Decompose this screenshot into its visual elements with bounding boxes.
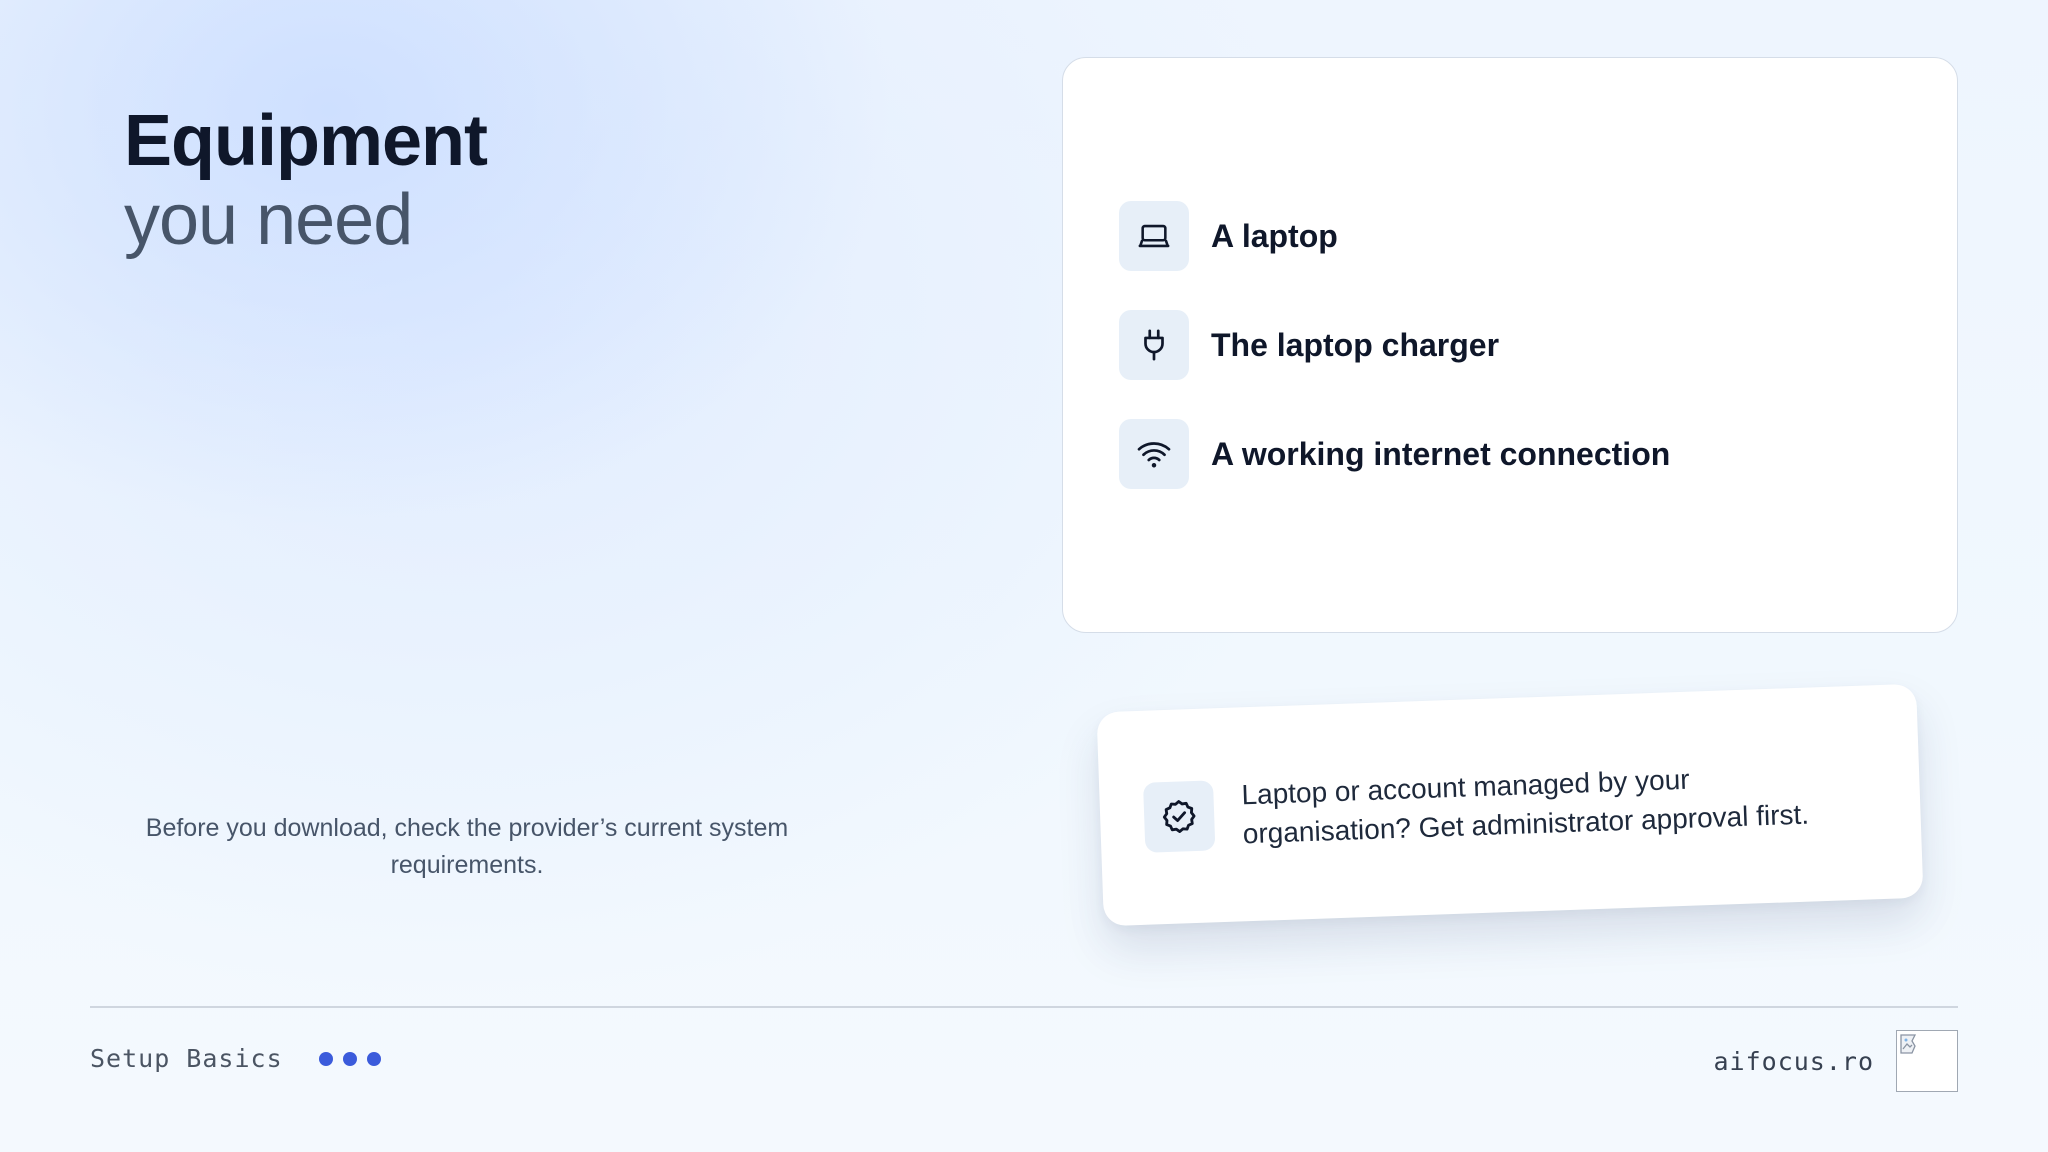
callout-text: Laptop or account managed by your organi…: [1240, 763, 1810, 850]
progress-dots: [318, 1051, 391, 1066]
equipment-card: A laptop The laptop charger A working in…: [1062, 57, 1958, 633]
footer-divider: [90, 1006, 1958, 1008]
plug-icon: [1119, 310, 1189, 380]
equipment-item-label: A laptop: [1211, 217, 1338, 254]
title-sub: you need: [124, 180, 413, 260]
badge-check-icon: [1143, 780, 1216, 853]
title-main: Equipment: [124, 101, 488, 181]
progress-dot: [342, 1051, 357, 1066]
slide-heading: Equipment you need: [124, 100, 488, 260]
requirements-note: Before you download, check the provider’…: [145, 814, 789, 879]
equipment-item-charger: The laptop charger: [1119, 310, 1499, 380]
equipment-item-internet: A working internet connection: [1119, 419, 1670, 489]
progress-dot: [318, 1051, 333, 1066]
admin-approval-callout: Laptop or account managed by your organi…: [1096, 683, 1924, 927]
site-url[interactable]: aifocus.ro: [1713, 1047, 1874, 1076]
wifi-icon: [1119, 419, 1189, 489]
footer-site: aifocus.ro: [1713, 1030, 1958, 1092]
footer-brand: Setup Basics: [90, 1044, 391, 1073]
section-name: Setup Basics: [90, 1044, 283, 1073]
broken-image-icon: [1896, 1030, 1958, 1092]
laptop-icon: [1119, 201, 1189, 271]
equipment-item-label: The laptop charger: [1211, 326, 1500, 363]
progress-dot: [366, 1051, 381, 1066]
equipment-item-laptop: A laptop: [1119, 201, 1338, 271]
equipment-item-label: A working internet connection: [1211, 435, 1671, 472]
